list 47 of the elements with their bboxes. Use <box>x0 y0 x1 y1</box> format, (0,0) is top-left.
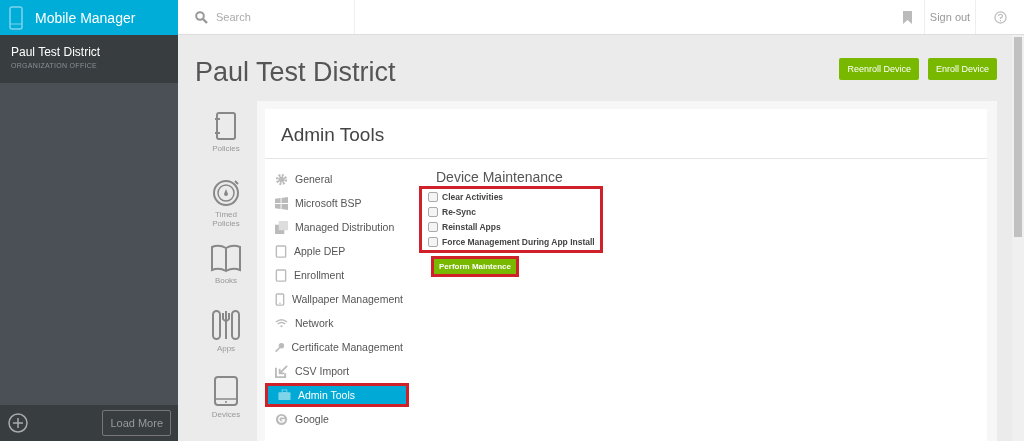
settings-menu-item[interactable]: Microsoft BSP <box>265 191 409 215</box>
help-icon[interactable] <box>993 10 1007 24</box>
checkbox-label: Reinstall Apps <box>442 222 501 232</box>
phone-icon <box>275 292 285 306</box>
settings-menu-item[interactable]: Google <box>265 407 409 431</box>
briefcase-icon <box>278 389 291 401</box>
panel-title: Admin Tools <box>265 109 987 159</box>
settings-menu-item[interactable]: Managed Distribution <box>265 215 409 239</box>
windows-icon <box>275 196 288 210</box>
phone-icon <box>9 5 23 30</box>
organization-name: Paul Test District <box>11 45 102 59</box>
tablet-icon <box>275 244 287 258</box>
checkbox-label: Clear Activities <box>442 192 504 202</box>
search-icon <box>195 10 208 24</box>
scrollbar-thumb[interactable] <box>1014 37 1022 237</box>
add-icon[interactable] <box>8 413 28 433</box>
checkbox-label: Re-Sync <box>442 207 476 217</box>
book-icon <box>210 243 242 273</box>
tablet-icon <box>275 268 287 282</box>
notebook-icon <box>214 111 238 141</box>
checkbox[interactable] <box>428 237 438 247</box>
page-title: Paul Test District <box>195 57 396 88</box>
key-icon <box>275 340 285 354</box>
google-icon <box>275 412 288 426</box>
checkbox[interactable] <box>428 192 438 202</box>
settings-menu-item[interactable]: Certificate Management <box>265 335 409 359</box>
settings-menu-item[interactable]: Network <box>265 311 409 335</box>
settings-menu-item[interactable]: Apple DEP <box>265 239 409 263</box>
stacked-squares-icon <box>275 220 288 234</box>
settings-menu-item[interactable]: General <box>265 167 409 191</box>
tablet-icon <box>213 375 239 407</box>
tools-icon <box>211 309 241 341</box>
settings-menu-item[interactable]: CSV Import <box>265 359 409 383</box>
stopwatch-icon <box>211 177 241 207</box>
import-icon <box>275 364 288 378</box>
section-title: Device Maintenance <box>435 169 564 185</box>
checkbox[interactable] <box>428 222 438 232</box>
checkbox[interactable] <box>428 207 438 217</box>
search-field[interactable]: Search <box>214 10 338 24</box>
settings-menu-item[interactable]: Wallpaper Management <box>265 287 409 311</box>
app-title: Mobile Manager <box>35 9 136 26</box>
settings-menu-item[interactable]: Enrollment <box>265 263 409 287</box>
gear-icon <box>275 172 288 186</box>
load-more-button[interactable]: Load More <box>102 410 171 436</box>
bookmark-icon[interactable] <box>903 10 912 24</box>
checkbox-label: Force Management During App Install <box>442 237 595 247</box>
wifi-icon <box>275 318 288 328</box>
